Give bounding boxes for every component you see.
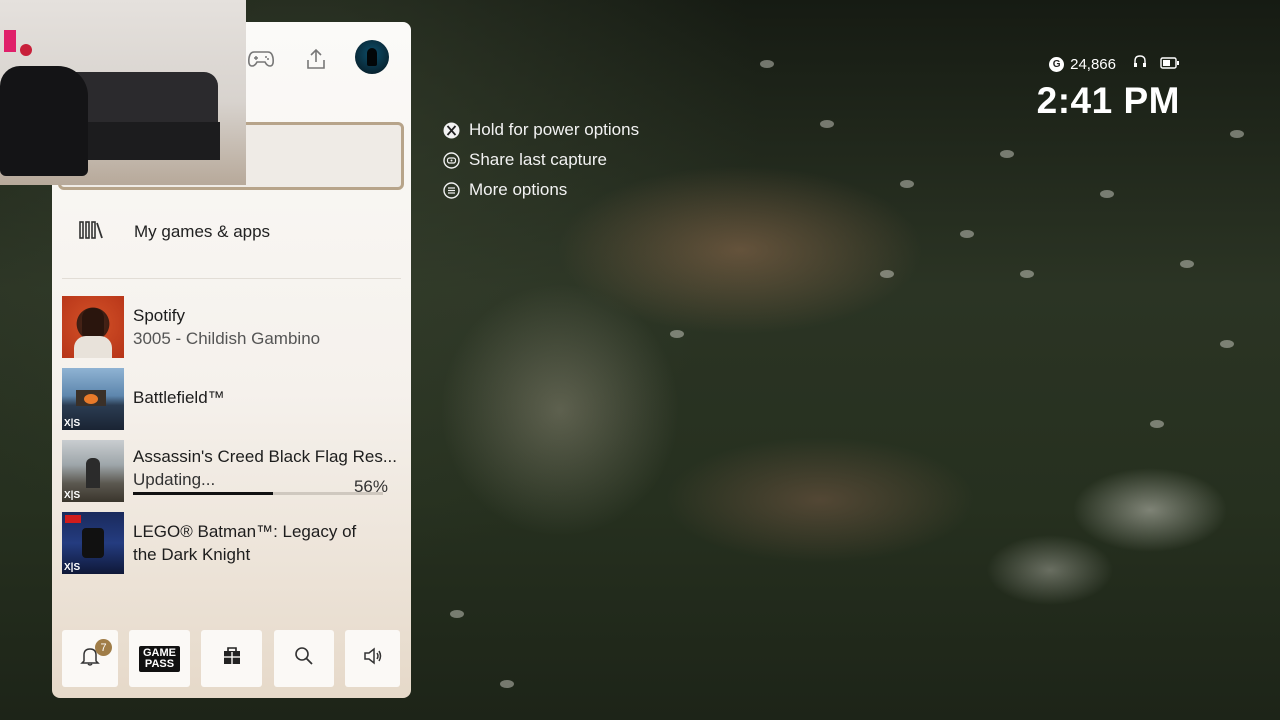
recent-item-lego-batman[interactable]: X|S LEGO® Batman™: Legacy of the Dark Kn… [62,512,402,574]
library-icon [78,220,104,245]
spotify-title: Spotify [133,306,185,325]
divider [62,278,401,279]
lego-batman-title-line2: the Dark Knight [133,545,251,564]
profile-avatar[interactable] [355,40,389,74]
gamerscore-value: 24,866 [1070,55,1116,73]
battery-icon [1160,56,1180,73]
notifications-button[interactable]: 7 [62,630,118,687]
spotify-album-art [62,296,124,358]
recent-item-battlefield[interactable]: X|S Battlefield™ [62,368,402,430]
update-status: Updating... [133,470,216,489]
hint-share-capture: Share last capture [443,145,639,175]
update-progress-bar [133,492,383,495]
search-button[interactable] [274,630,334,687]
hint-power-label: Hold for power options [469,120,640,139]
game-pass-button[interactable]: GAME PASS [129,630,190,687]
store-button[interactable] [201,630,262,687]
notification-count-badge: 7 [95,639,112,656]
my-games-and-apps[interactable]: My games & apps [52,212,411,252]
assassins-creed-cover-art: X|S [62,440,124,502]
clock: 2:41 PM [1036,80,1180,121]
lego-batman-title-line1: LEGO® Batman™: Legacy of [133,522,357,541]
hint-more-options: More options [443,175,639,205]
volume-button[interactable] [345,630,400,687]
lego-batman-cover-art: X|S [62,512,124,574]
recent-item-spotify[interactable]: Spotify 3005 - Childish Gambino [62,296,402,358]
speaker-icon [362,645,384,672]
spotify-now-playing: 3005 - Childish Gambino [133,329,321,348]
hint-more-label: More options [469,180,568,199]
battlefield-cover-art: X|S [62,368,124,430]
share-button-icon [443,151,460,169]
headset-icon [1132,54,1148,74]
assassins-creed-title: Assassin's Creed Black Flag Res... [133,447,398,466]
recent-item-assassins-creed[interactable]: X|S Assassin's Creed Black Flag Res... U… [62,440,402,502]
upload-icon[interactable] [301,44,331,74]
game-pass-logo: GAME PASS [139,645,180,672]
battlefield-title: Battlefield™ [133,388,225,407]
webcam-overlay [0,0,246,185]
search-icon [293,645,315,672]
controller-icon[interactable] [246,44,276,74]
status-area: G 24,866 2:41 PM [1037,54,1180,122]
store-icon [221,645,243,672]
hint-power-options: Hold for power options [443,115,639,145]
my-games-label: My games & apps [134,222,271,241]
gamerscore-icon: G [1049,56,1065,72]
menu-button-icon [443,181,460,199]
xbox-button-icon [443,122,460,138]
hint-share-label: Share last capture [469,150,607,169]
button-hints: Hold for power options Share last captur… [443,115,639,205]
update-progress-fill [133,492,273,495]
